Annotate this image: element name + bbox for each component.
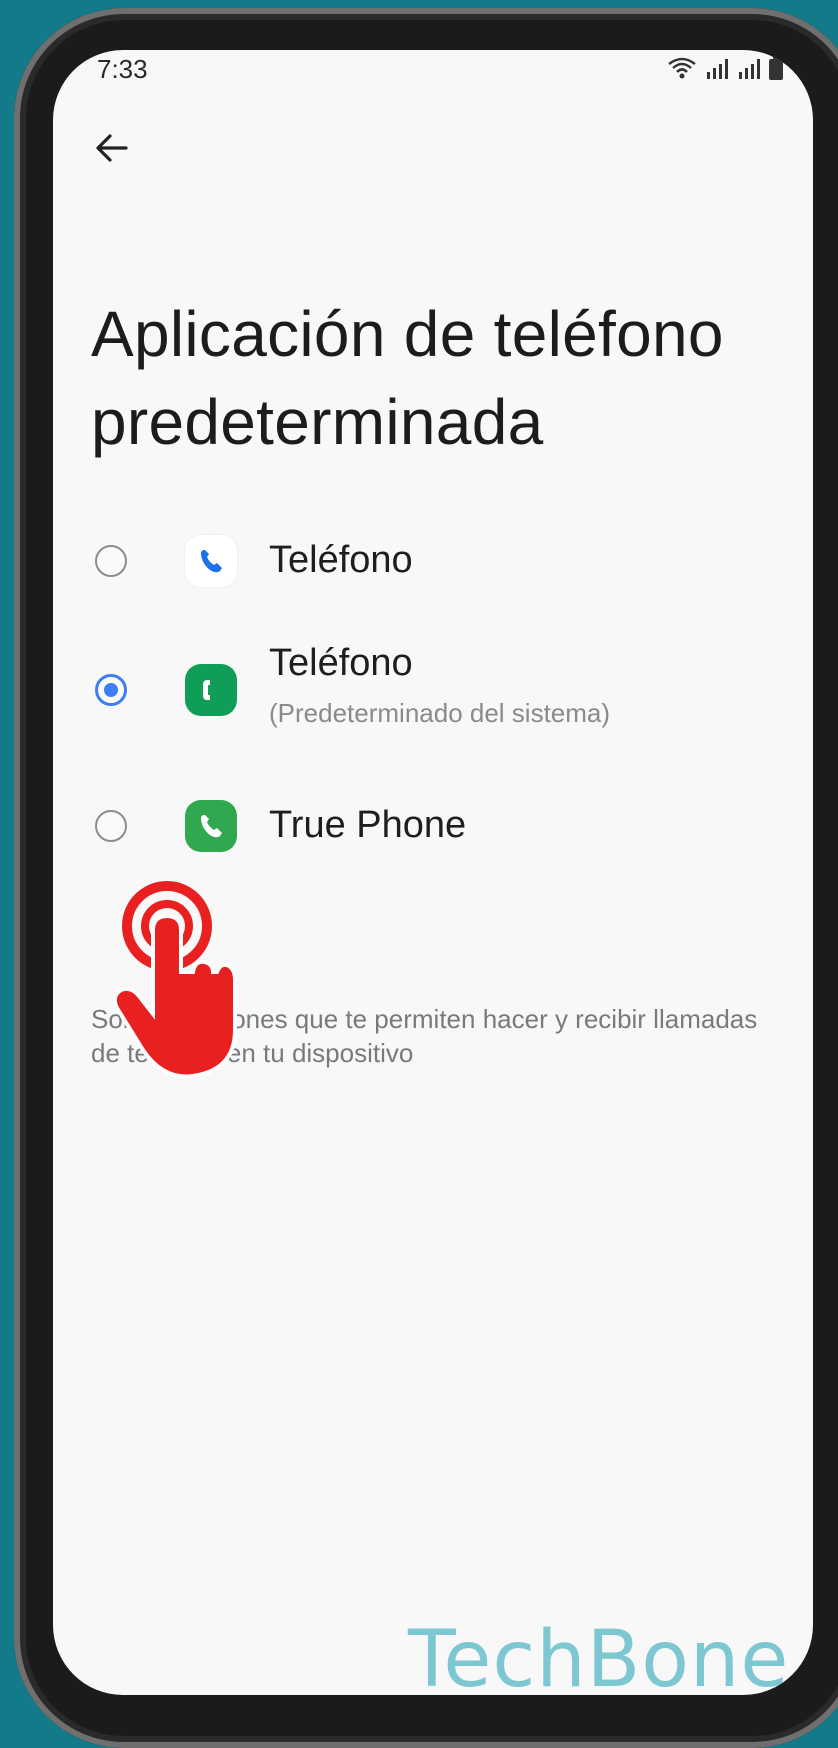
watermark: TechBone [408, 1615, 790, 1695]
option-google-phone[interactable]: Teléfono [53, 505, 813, 615]
screen: 7:33 Aplicación de teléfono predetermina… [53, 50, 813, 1695]
google-phone-icon [185, 535, 237, 587]
signal-icon [705, 58, 729, 80]
option-label: Teléfono [269, 642, 413, 684]
radio-button-selected[interactable] [95, 674, 127, 706]
arrow-left-icon [94, 133, 128, 168]
true-phone-icon [185, 800, 237, 852]
option-sublabel: (Predeterminado del sistema) [269, 698, 611, 728]
radio-button[interactable] [95, 545, 127, 577]
wifi-icon [667, 56, 697, 80]
back-button[interactable] [81, 120, 141, 180]
page-title: Aplicación de teléfono predeterminada [91, 298, 724, 458]
battery-icon [769, 56, 783, 80]
signal-icon [737, 58, 761, 80]
option-label: True Phone [269, 804, 467, 846]
status-bar: 7:33 [53, 50, 813, 100]
samsung-phone-icon [185, 664, 237, 716]
option-true-phone[interactable]: True Phone [53, 770, 813, 880]
status-icons [667, 56, 783, 80]
tap-hand-icon [112, 880, 243, 1085]
status-time: 7:33 [97, 54, 148, 84]
option-samsung-phone[interactable]: Teléfono (Predeterminado del sistema) [53, 640, 813, 750]
radio-button[interactable] [95, 810, 127, 842]
option-label: Teléfono [269, 539, 413, 581]
